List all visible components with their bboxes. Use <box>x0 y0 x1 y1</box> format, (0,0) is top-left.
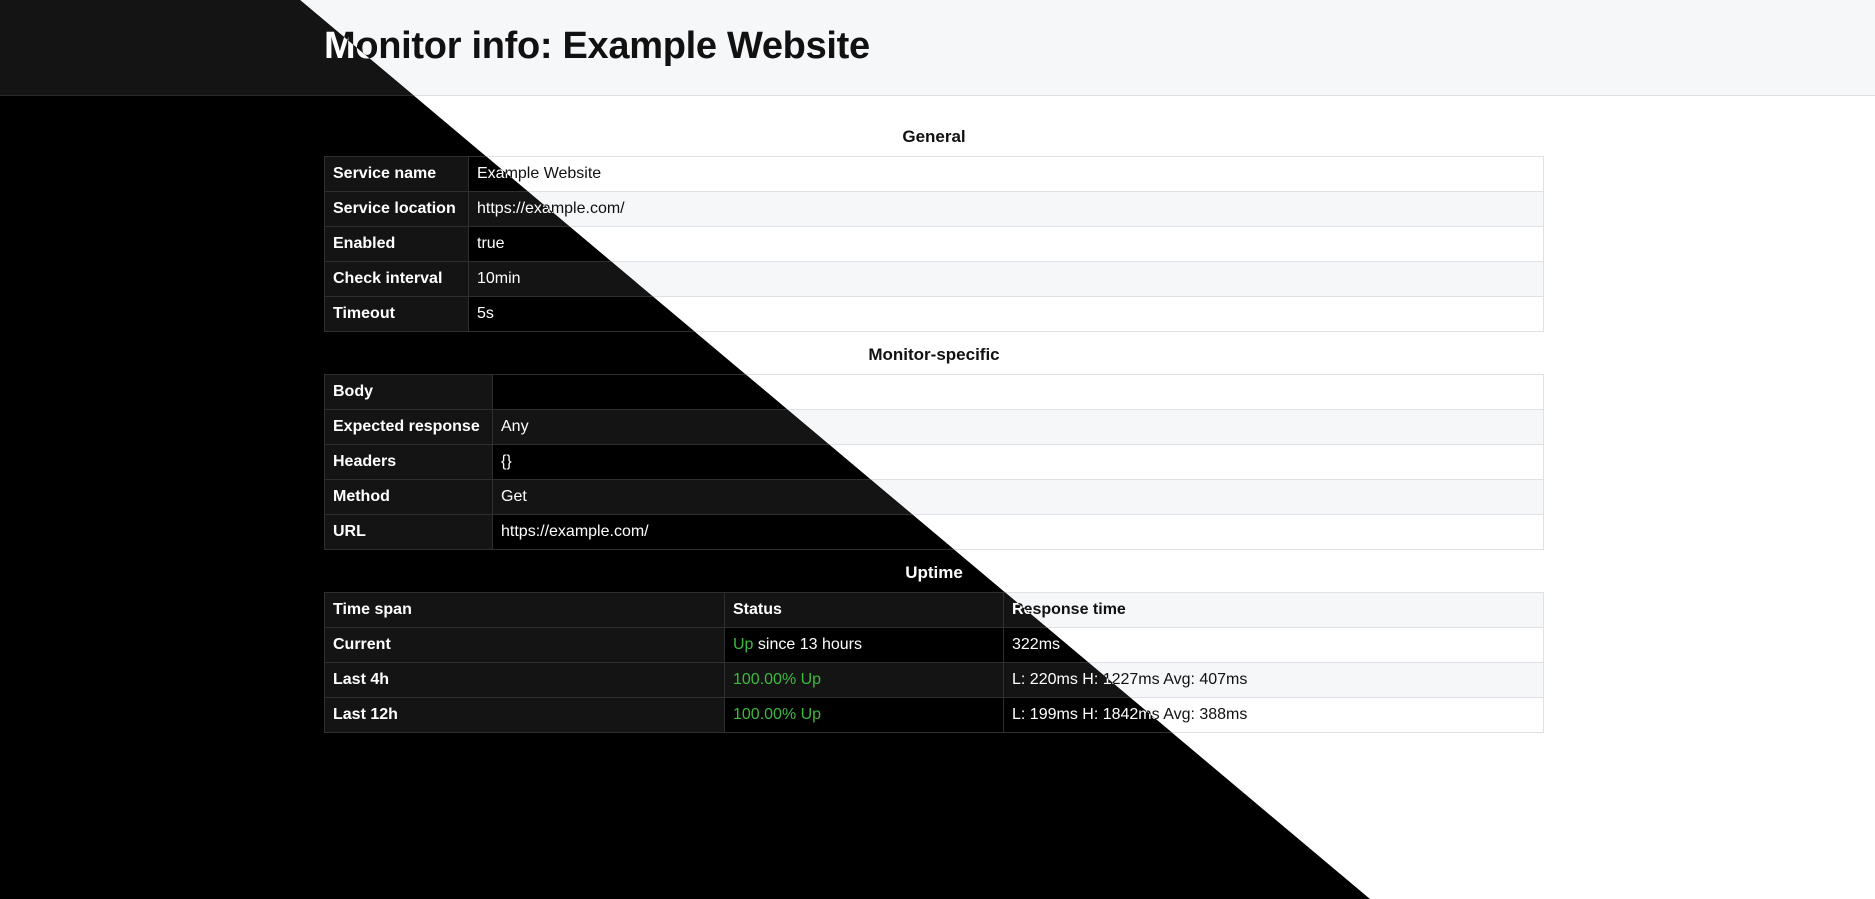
general-heading: General <box>902 127 966 146</box>
monitor-label: Expected response <box>324 409 493 445</box>
general-label: Service location <box>324 191 469 227</box>
monitor-label: Method <box>324 479 493 515</box>
uptime-status: Up since 13 hours <box>724 627 1004 663</box>
monitor-label: Body <box>324 374 493 410</box>
status-up: 100.00% Up <box>733 671 822 688</box>
page-title: Monitor info: Example Website <box>324 25 870 67</box>
uptime-span: Current <box>324 627 725 663</box>
uptime-response: 322ms <box>1003 627 1544 663</box>
status-up: 100.00% Up <box>733 706 822 723</box>
column-header-time-span: Time span <box>324 592 725 628</box>
column-header-status: Status <box>724 592 1004 628</box>
general-value: https://example.com/ <box>468 191 1544 227</box>
uptime-status: 100.00% Up <box>724 662 1004 698</box>
monitor-label: Headers <box>324 444 493 480</box>
general-value: true <box>468 226 1544 262</box>
column-header-response-time: Response time <box>1003 592 1544 628</box>
status-up: Up <box>733 636 754 653</box>
general-label: Timeout <box>324 296 469 332</box>
monitor-label: URL <box>324 514 493 550</box>
general-label: Enabled <box>324 226 469 262</box>
status-detail: since 13 hours <box>753 636 862 653</box>
uptime-status: 100.00% Up <box>724 697 1004 733</box>
general-label: Check interval <box>324 261 469 297</box>
uptime-span: Last 12h <box>324 697 725 733</box>
uptime-span: Last 4h <box>324 662 725 698</box>
general-label: Service name <box>324 156 469 192</box>
general-value: Example Website <box>468 156 1544 192</box>
